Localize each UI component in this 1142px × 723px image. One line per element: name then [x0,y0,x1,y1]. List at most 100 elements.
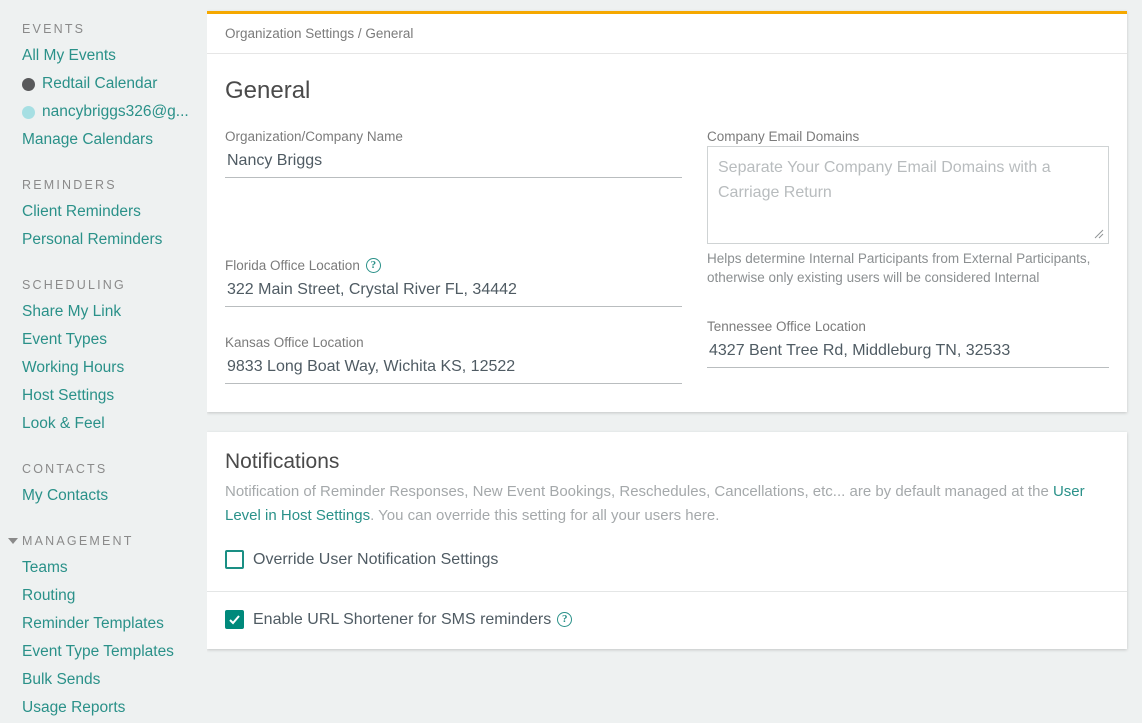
notifications-desc-part2: . You can override this setting for all … [370,507,720,524]
sidebar-item-event-types[interactable]: Event Types [0,326,207,354]
general-settings-card: Organization Settings / General General … [207,11,1127,412]
sidebar-heading-scheduling: SCHEDULING [0,272,207,298]
card-gap [207,412,1127,432]
sidebar-heading-events: EVENTS [0,16,207,42]
sidebar-item-label: Event Types [22,331,108,348]
sidebar-item-bulk-sends[interactable]: Bulk Sends [0,666,207,694]
sidebar-item-look-feel[interactable]: Look & Feel [0,410,207,438]
sidebar-item-nancybriggs326-g[interactable]: nancybriggs326@g... [0,98,207,126]
sidebar-item-label: Share My Link [22,303,122,320]
chevron-down-icon [8,538,18,544]
sidebar-item-my-contacts[interactable]: My Contacts [0,482,207,510]
notifications-card: Notifications Notification of Reminder R… [207,432,1127,649]
sidebar-section-gap [0,154,207,168]
sidebar-item-all-my-events[interactable]: All My Events [0,42,207,70]
sidebar-item-label: Reminder Templates [22,615,164,632]
field-label-florida-text: Florida Office Location [225,258,360,273]
page-title: General [225,77,311,104]
sidebar-item-label: nancybriggs326@g... [42,103,189,120]
sidebar-item-share-my-link[interactable]: Share My Link [0,298,207,326]
sidebar-item-label: Manage Calendars [22,131,153,148]
input-kansas-office[interactable]: 9833 Long Boat Way, Wichita KS, 12522 [225,352,682,384]
sidebar-item-routing[interactable]: Routing [0,582,207,610]
field-label-florida-office: Florida Office Location ? [225,258,682,273]
help-icon[interactable]: ? [557,612,573,627]
calendar-dot-icon [22,77,35,91]
sidebar-heading-label: REMINDERS [22,178,117,192]
hint-email-domains: Helps determine Internal Participants fr… [707,251,1091,285]
textarea-email-domains[interactable]: Separate Your Company Email Domains with… [707,146,1109,244]
url-shortener-label: Enable URL Shortener for SMS reminders ? [253,610,573,629]
field-tennessee-office: Tennessee Office Location 4327 Bent Tree… [707,319,1109,368]
sidebar-section-gap [0,438,207,452]
sidebar-item-label: Event Type Templates [22,643,174,660]
field-label-tennessee-office: Tennessee Office Location [707,319,866,334]
notifications-body: Notifications Notification of Reminder R… [207,432,1127,591]
sidebar-heading-label: MANAGEMENT [22,534,134,548]
left-column-spacer-2 [225,313,682,335]
form-column-left: Organization/Company Name Nancy Briggs F… [225,129,682,390]
sidebar-item-label: Host Settings [22,387,115,404]
url-shortener-checkbox[interactable] [225,610,244,629]
sidebar-item-personal-reminders[interactable]: Personal Reminders [0,226,207,254]
sidebar-item-label: Usage Reports [22,699,126,716]
input-tennessee-office[interactable]: 4327 Bent Tree Rd, Middleburg TN, 32533 [707,336,1109,368]
url-shortener-checkrow: Enable URL Shortener for SMS reminders ? [225,610,1109,629]
main-content: Organization Settings / General General … [207,0,1142,723]
notifications-description: Notification of Reminder Responses, New … [225,480,1105,528]
sidebar-section-gap [0,510,207,524]
sidebar-section-reminders: REMINDERS Client Reminders Personal Remind… [0,172,207,268]
sidebar-item-label: Teams [22,559,68,576]
sidebar-item-client-reminders[interactable]: Client Reminders [0,198,207,226]
sidebar-item-label: Client Reminders [22,203,141,220]
override-notification-row: Override User Notification Settings [225,550,1109,569]
sidebar-item-redtail-calendar[interactable]: Redtail Calendar [0,70,207,98]
sidebar-section-events: EVENTS All My Events Redtail Calendar nancy… [0,16,207,168]
field-email-domains: Company Email Domains Separate Your Comp… [707,129,1109,287]
sidebar-item-label: Working Hours [22,359,125,376]
general-form-grid: Organization/Company Name Nancy Briggs F… [225,129,1109,390]
sidebar-heading-label: EVENTS [22,22,86,36]
sidebar-heading-reminders: REMINDERS [0,172,207,198]
sidebar-heading-label: CONTACTS [22,462,108,476]
sidebar-section-management: MANAGEMENT Teams Routing Reminder Templates… [0,528,207,723]
sidebar-heading-management[interactable]: MANAGEMENT [0,528,207,554]
general-card-body: General Organization/Company Name Nancy … [207,54,1127,412]
field-label-org-name: Organization/Company Name [225,129,403,144]
sidebar-item-usage-reports[interactable]: Usage Reports [0,694,207,722]
input-florida-office[interactable]: 322 Main Street, Crystal River FL, 34442 [225,275,682,307]
sidebar-heading-contacts: CONTACTS [0,456,207,482]
check-icon [229,615,240,625]
breadcrumb[interactable]: Organization Settings / General [207,14,1127,54]
sidebar-item-teams[interactable]: Teams [0,554,207,582]
sidebar-item-label: Redtail Calendar [42,75,158,92]
sidebar: EVENTS All My Events Redtail Calendar nancy… [0,0,207,723]
url-shortener-row: Enable URL Shortener for SMS reminders ? [207,591,1127,649]
sidebar-item-event-type-templates[interactable]: Event Type Templates [0,638,207,666]
calendar-dot-icon [22,105,35,119]
app-root: EVENTS All My Events Redtail Calendar nancy… [0,0,1142,723]
sidebar-item-label: My Contacts [22,487,109,504]
right-column-spacer [707,293,1109,319]
sidebar-item-host-settings[interactable]: Host Settings [0,382,207,410]
sidebar-item-working-hours[interactable]: Working Hours [0,354,207,382]
notifications-desc-part1: Notification of Reminder Responses, New … [225,483,1053,500]
field-org-name: Organization/Company Name Nancy Briggs [225,129,682,178]
sidebar-item-label: Bulk Sends [22,671,101,688]
input-org-name[interactable]: Nancy Briggs [225,146,682,178]
field-florida-office: Florida Office Location ? 322 Main Stree… [225,258,682,307]
left-column-spacer [225,184,682,258]
url-shortener-label-text: Enable URL Shortener for SMS reminders [253,610,552,628]
help-icon[interactable]: ? [365,258,381,273]
sidebar-section-scheduling: SCHEDULING Share My Link Event Types Workin… [0,272,207,452]
field-label-kansas-office: Kansas Office Location [225,335,364,350]
sidebar-section-contacts: CONTACTS My Contacts [0,456,207,524]
override-notification-checkbox[interactable] [225,550,244,569]
sidebar-section-gap [0,254,207,268]
sidebar-item-label: Personal Reminders [22,231,163,248]
field-kansas-office: Kansas Office Location 9833 Long Boat Wa… [225,335,682,384]
sidebar-item-manage-calendars[interactable]: Manage Calendars [0,126,207,154]
sidebar-heading-label: SCHEDULING [22,278,126,292]
sidebar-item-reminder-templates[interactable]: Reminder Templates [0,610,207,638]
field-label-email-domains: Company Email Domains [707,129,860,144]
